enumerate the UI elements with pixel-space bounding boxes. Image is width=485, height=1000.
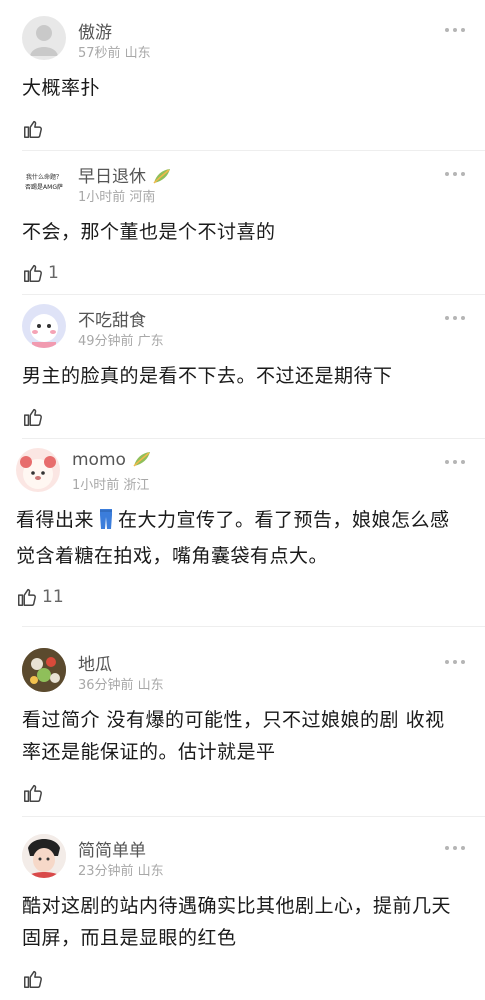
thumbs-up-icon	[24, 264, 42, 282]
comment-item: 我什么命题？ 否踢是AMG萨 早日退休 1小时前 河南 不会，那个董也是个不讨喜…	[0, 156, 485, 288]
comment-item: 傲游 57秒前 山东 大概率扑	[0, 12, 485, 144]
thumbs-up-icon	[24, 408, 42, 426]
comment-text: 看得出来 在大力宣传了。看了预告，娘娘怎么感觉含着糖在拍戏，嘴角囊袋有点大。	[16, 508, 450, 567]
comment-meta: 1小时前 浙江	[72, 478, 150, 493]
avatar[interactable]	[22, 648, 66, 692]
avatar-text: 我什么命题？ 否踢是AMG萨	[25, 174, 63, 191]
like-button[interactable]	[22, 114, 485, 144]
comment-meta: 57秒前 山东	[78, 46, 151, 61]
thumbs-up-icon	[24, 970, 42, 988]
comment-meta: 49分钟前 广东	[78, 334, 164, 349]
avatar[interactable]: 我什么命题？ 否踢是AMG萨	[22, 160, 66, 204]
jeans-emoji-icon	[98, 508, 114, 540]
avatar[interactable]	[22, 834, 66, 878]
divider	[22, 438, 485, 439]
comment-meta: 1小时前 河南	[78, 190, 156, 205]
thumbs-up-icon	[18, 588, 36, 606]
comment-item: 简简单单 23分钟前 山东 酷对这剧的站内待遇确实比其他剧上心，提前几天固屏，而…	[0, 830, 485, 994]
avatar[interactable]	[22, 304, 66, 348]
comment-item: momo 1小时前 浙江 看得出来 在大力宣传了。看了预告，娘娘怎么感觉含着糖在拍…	[0, 444, 485, 612]
comment-item: 不吃甜食 49分钟前 广东 男主的脸真的是看不下去。不过还是期待下	[0, 300, 485, 432]
comment-text: 看过简介 没有爆的可能性，只不过娘娘的剧 收视率还是能保证的。估计就是平	[22, 709, 445, 763]
comment-text: 酷对这剧的站内待遇确实比其他剧上心，提前几天固屏，而且是显眼的红色	[22, 895, 452, 949]
like-button[interactable]: 11	[16, 582, 485, 612]
leaf-badge-icon	[132, 450, 152, 473]
avatar[interactable]	[22, 16, 66, 60]
like-count: 11	[42, 587, 64, 607]
comment-item: 地瓜 36分钟前 山东 看过简介 没有爆的可能性，只不过娘娘的剧 收视率还是能保…	[0, 644, 485, 808]
like-button[interactable]	[22, 964, 485, 994]
more-dots-icon[interactable]	[445, 28, 465, 34]
comment-meta: 36分钟前 山东	[78, 678, 164, 693]
username[interactable]: momo	[72, 450, 152, 473]
divider	[22, 294, 485, 295]
like-button[interactable]: 1	[22, 258, 485, 288]
username[interactable]: 简简单单	[78, 836, 146, 861]
divider	[22, 626, 485, 627]
more-dots-icon[interactable]	[445, 660, 465, 666]
like-button[interactable]	[22, 778, 485, 808]
more-dots-icon[interactable]	[445, 316, 465, 322]
divider	[22, 816, 485, 817]
thumbs-up-icon	[24, 120, 42, 138]
comment-text: 大概率扑	[22, 77, 101, 99]
more-dots-icon[interactable]	[445, 172, 465, 178]
divider	[22, 150, 485, 151]
avatar[interactable]	[16, 448, 60, 492]
username[interactable]: 傲游	[78, 18, 112, 43]
thumbs-up-icon	[24, 784, 42, 802]
comment-meta: 23分钟前 山东	[78, 864, 164, 879]
username[interactable]: 不吃甜食	[78, 306, 146, 331]
like-button[interactable]	[22, 402, 485, 432]
more-dots-icon[interactable]	[445, 460, 465, 466]
comment-text: 不会，那个董也是个不讨喜的	[22, 221, 276, 243]
like-count: 1	[48, 263, 59, 283]
more-dots-icon[interactable]	[445, 846, 465, 852]
comment-text: 男主的脸真的是看不下去。不过还是期待下	[22, 365, 393, 387]
username[interactable]: 地瓜	[78, 650, 112, 675]
